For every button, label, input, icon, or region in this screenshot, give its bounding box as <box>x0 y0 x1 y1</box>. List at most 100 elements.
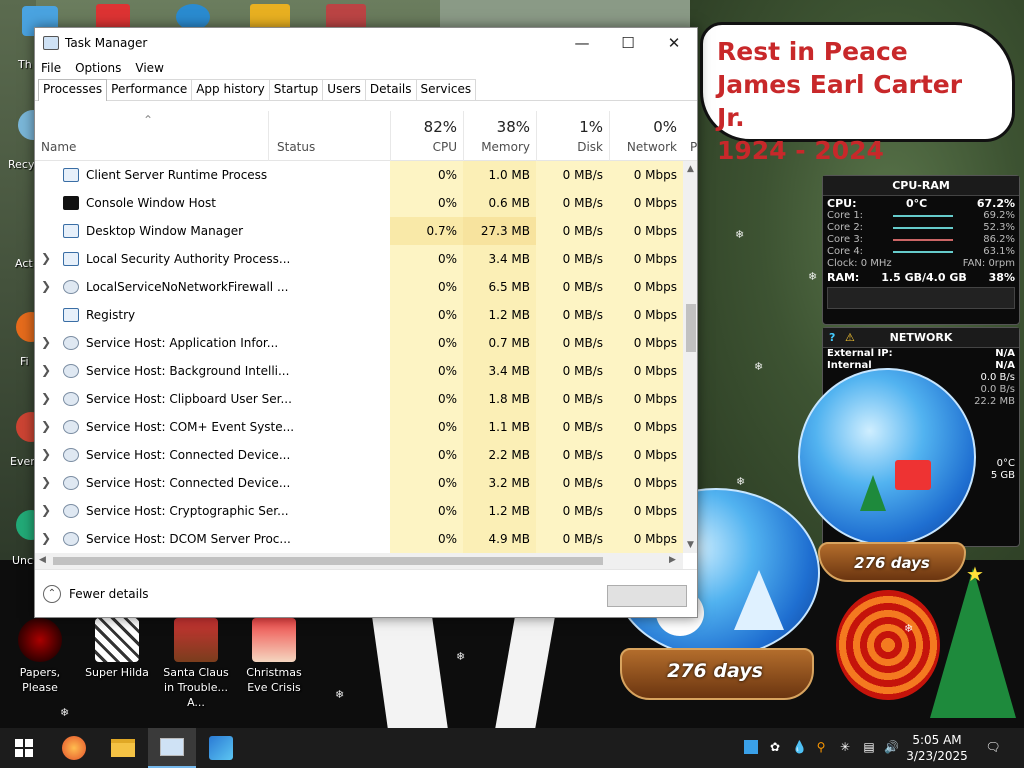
expand-chevron-icon[interactable]: ❯ <box>41 503 51 517</box>
table-row[interactable]: ❯ Service Host: Connected Device... 0% 2.2 … <box>35 441 683 469</box>
tab-startup[interactable]: Startup <box>268 79 324 100</box>
volume-icon[interactable]: 🔊 <box>884 740 899 754</box>
desktop-icon-christmas-eve-crisis[interactable]: Christmas Eve Crisis <box>236 618 312 695</box>
desktop-label-fragment[interactable]: Ever <box>10 455 35 468</box>
tab-app-history[interactable]: App history <box>191 79 270 100</box>
column-disk[interactable]: 1% Disk <box>536 111 609 161</box>
column-status-cell[interactable]: Status <box>268 111 390 161</box>
menu-options[interactable]: Options <box>75 61 121 75</box>
table-row[interactable]: Registry 0% 1.2 MB 0 MB/s 0 Mbps <box>35 301 683 329</box>
scroll-up-icon[interactable]: ▲ <box>687 164 694 174</box>
process-network: 0 Mbps <box>609 385 683 413</box>
table-row[interactable]: Console Window Host 0% 0.6 MB 0 MB/s 0 Mbps <box>35 189 683 217</box>
process-cpu: 0% <box>390 441 463 469</box>
table-row[interactable]: ❯ Service Host: Cryptographic Ser... 0% 1.2… <box>35 497 683 525</box>
help-icon[interactable]: ? <box>829 331 835 344</box>
tab-services[interactable]: Services <box>415 79 477 100</box>
menu-view[interactable]: View <box>135 61 163 75</box>
tray-drop-icon[interactable]: 💧 <box>792 740 807 754</box>
core-value: 86.2% <box>983 234 1015 245</box>
column-name[interactable]: Name <box>41 140 76 154</box>
table-row[interactable]: ❯ LocalServiceNoNetworkFirewall ... 0% 6.5 … <box>35 273 683 301</box>
scroll-thumb[interactable] <box>53 557 603 565</box>
snowflake-icon: ❄ <box>754 360 764 373</box>
table-row[interactable]: ❯ Service Host: Clipboard User Ser... 0% 1.… <box>35 385 683 413</box>
table-row[interactable]: Client Server Runtime Process 0% 1.0 MB 0 M… <box>35 161 683 189</box>
column-cpu[interactable]: 82% CPU <box>390 111 463 161</box>
desktop-icon-santa-claus[interactable]: Santa Claus in Trouble... A... <box>158 618 234 710</box>
table-row[interactable]: ❯ Service Host: DCOM Server Proc... 0% 4.9 … <box>35 525 683 553</box>
chevron-up-icon[interactable]: ⌃ <box>43 585 61 603</box>
column-header: ⌃ Name Status 82% CPU 38% Memory 1% Disk… <box>35 111 697 161</box>
expand-chevron-icon[interactable]: ❯ <box>41 251 51 265</box>
desktop-label-fragment[interactable]: Recy <box>8 158 34 171</box>
title-bar[interactable]: Task Manager — ☐ ✕ <box>35 28 697 57</box>
column-network[interactable]: 0% Network <box>609 111 683 161</box>
network-icon[interactable]: ▤ <box>862 740 876 754</box>
folder-icon <box>111 739 135 757</box>
firefox-taskbar-button[interactable] <box>50 728 98 768</box>
start-button[interactable] <box>0 728 48 768</box>
process-disk: 0 MB/s <box>536 217 609 245</box>
tab-details[interactable]: Details <box>364 79 417 100</box>
tab-performance[interactable]: Performance <box>106 79 193 100</box>
column-power-truncated[interactable]: P <box>690 140 697 154</box>
desktop-label-fragment[interactable]: Act <box>15 257 33 270</box>
tray-app-icon[interactable] <box>744 740 758 754</box>
fewer-details-link[interactable]: Fewer details <box>69 587 149 601</box>
desktop-icon-super-hilda[interactable]: Super Hilda <box>82 618 152 680</box>
table-row[interactable]: ❯ Service Host: Background Intelli... 0% 3.… <box>35 357 683 385</box>
footer: ⌃ Fewer details <box>35 569 697 617</box>
scroll-left-icon[interactable]: ◀ <box>39 555 46 565</box>
expand-chevron-icon[interactable]: ❯ <box>41 531 51 545</box>
desktop-label-fragment[interactable]: Fi <box>20 355 29 368</box>
ram-pct: 38% <box>988 271 1015 284</box>
menu-file[interactable]: File <box>41 61 61 75</box>
tab-users[interactable]: Users <box>322 79 366 100</box>
expand-chevron-icon[interactable]: ❯ <box>41 279 51 293</box>
desktop-icon-papers-please[interactable]: Papers, Please <box>5 618 75 695</box>
desktop-label-fragment[interactable]: Th <box>18 58 32 71</box>
rip-line-2: James Earl Carter Jr. <box>717 70 963 132</box>
cpu-ram-gadget[interactable]: CPU-RAM CPU: 0°C 67.2% Core 1: 69.2% Core… <box>822 175 1020 325</box>
tray-colors-icon[interactable]: ✿ <box>768 740 782 754</box>
minimize-button[interactable]: — <box>559 28 605 57</box>
maximize-button[interactable]: ☐ <box>605 28 651 57</box>
expand-chevron-icon[interactable]: ❯ <box>41 447 51 461</box>
desktop-label-fragment[interactable]: Unc <box>12 554 33 567</box>
expand-chevron-icon[interactable]: ❯ <box>41 335 51 349</box>
notification-icon[interactable]: 🗨 <box>984 740 1002 754</box>
task-manager-window[interactable]: Task Manager — ☐ ✕ File Options View Pro… <box>34 27 698 618</box>
tab-processes[interactable]: Processes <box>38 79 108 101</box>
table-row[interactable]: Desktop Window Manager 0.7% 27.3 MB 0 MB/s 0… <box>35 217 683 245</box>
process-list[interactable]: Client Server Runtime Process 0% 1.0 MB 0 M… <box>35 161 683 553</box>
vertical-scrollbar[interactable]: ▲ ▼ <box>683 161 697 553</box>
process-network: 0 Mbps <box>609 525 683 553</box>
table-row[interactable]: ❯ Service Host: Application Infor... 0% 0.7… <box>35 329 683 357</box>
system-clock[interactable]: 5:05 AM 3/23/2025 <box>904 732 970 764</box>
tray-snowflake-icon[interactable]: ✳ <box>838 740 852 754</box>
expand-chevron-icon[interactable]: ❯ <box>41 475 51 489</box>
tray-search-icon[interactable]: ⚲ <box>814 740 828 754</box>
process-name: Service Host: DCOM Server Proc... <box>86 532 291 546</box>
close-button[interactable]: ✕ <box>651 28 697 57</box>
expand-chevron-icon[interactable]: ❯ <box>41 363 51 377</box>
horizontal-scrollbar[interactable]: ◀ ▶ <box>35 553 683 569</box>
file-explorer-taskbar-button[interactable] <box>99 728 147 768</box>
end-task-button[interactable] <box>607 585 687 607</box>
table-row[interactable]: ❯ Service Host: Connected Device... 0% 3.2 … <box>35 469 683 497</box>
table-row[interactable]: ❯ Local Security Authority Process... 0% 3.… <box>35 245 683 273</box>
scroll-down-icon[interactable]: ▼ <box>687 540 694 550</box>
process-memory: 1.8 MB <box>463 385 536 413</box>
process-network: 0 Mbps <box>609 217 683 245</box>
app-taskbar-button[interactable] <box>197 728 245 768</box>
core-value: 69.2% <box>983 210 1015 221</box>
table-row[interactable]: ❯ Service Host: COM+ Event Syste... 0% 1.1 … <box>35 413 683 441</box>
expand-chevron-icon[interactable]: ❯ <box>41 391 51 405</box>
scroll-thumb[interactable] <box>686 304 696 352</box>
expand-chevron-icon[interactable]: ❯ <box>41 419 51 433</box>
scroll-right-icon[interactable]: ▶ <box>669 555 676 565</box>
snowflake-icon: ❄ <box>335 688 345 701</box>
task-manager-taskbar-button[interactable] <box>148 728 196 768</box>
column-memory[interactable]: 38% Memory <box>463 111 536 161</box>
